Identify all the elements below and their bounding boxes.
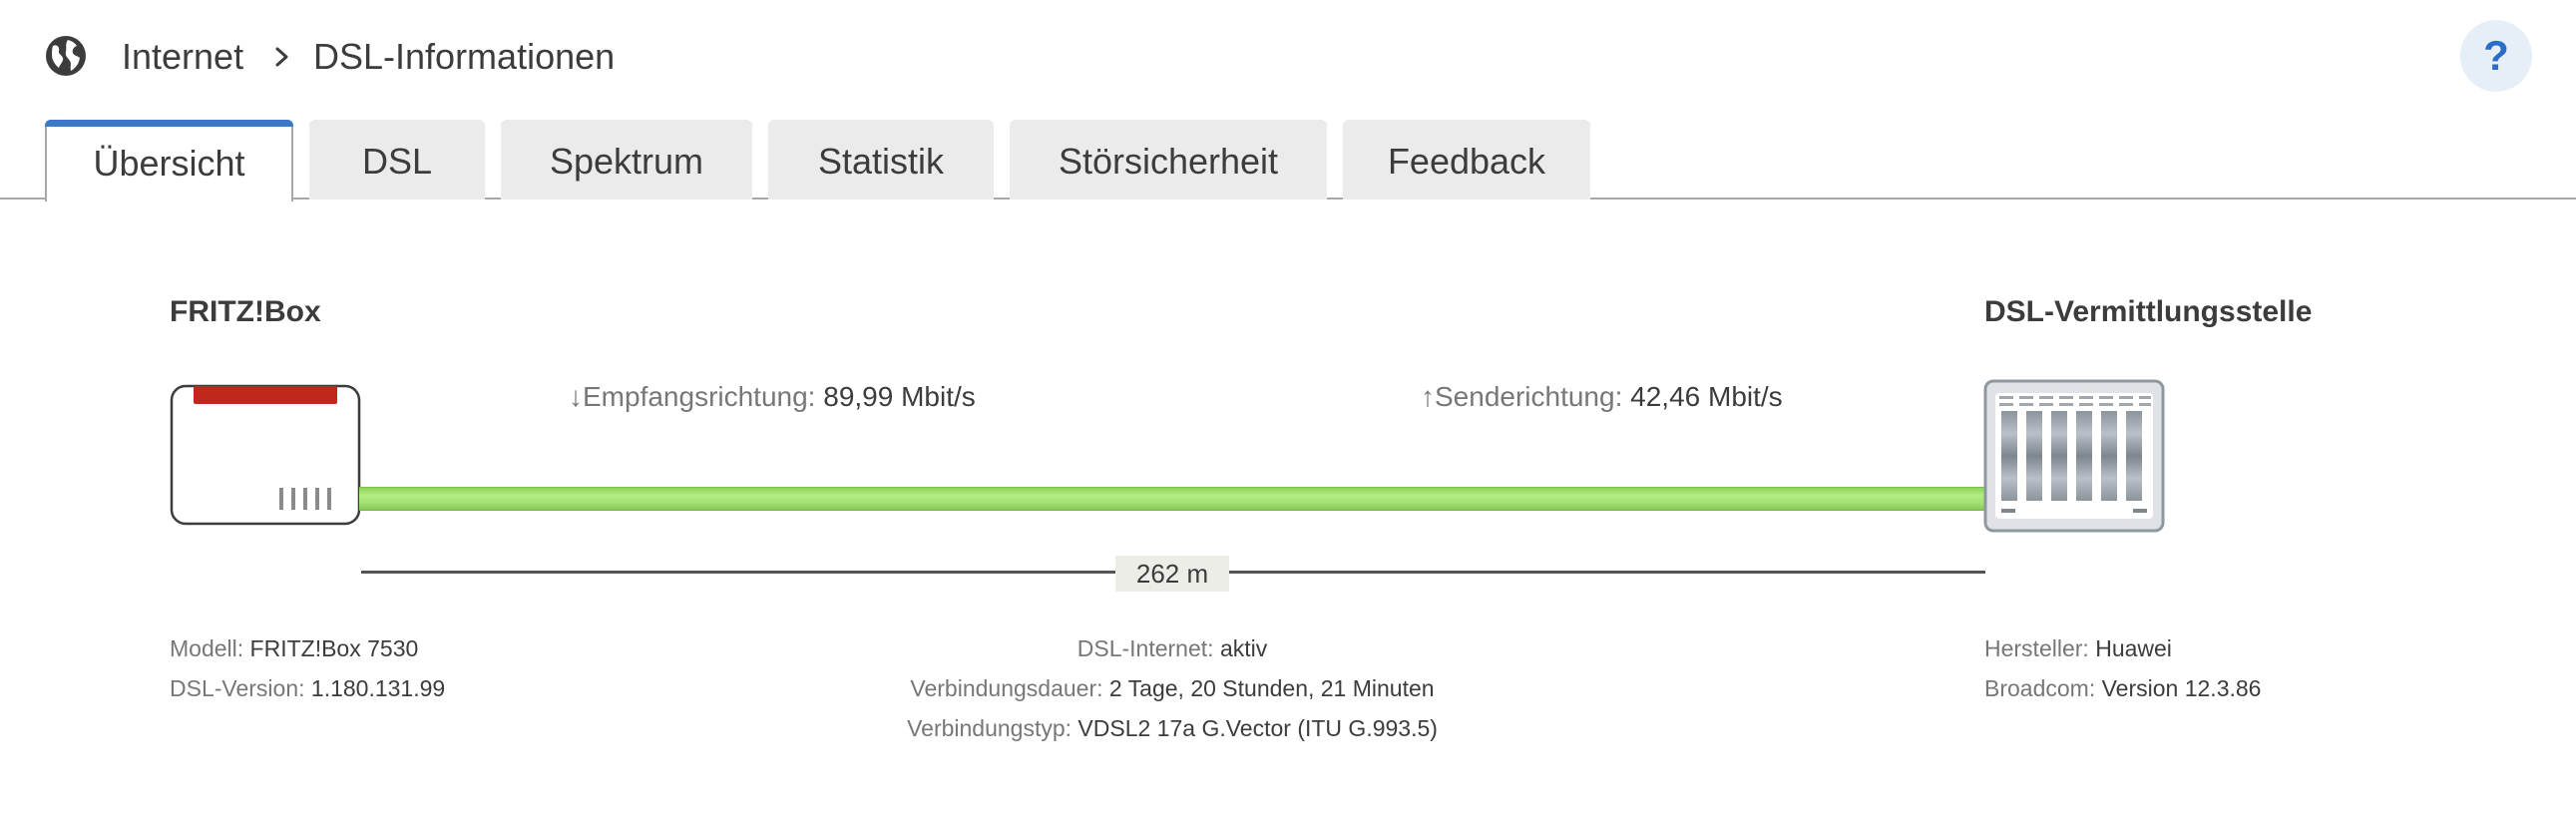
info-value: FRITZ!Box 7530: [249, 635, 419, 661]
info-model: Modell: FRITZ!Box 7530: [170, 628, 418, 668]
help-icon: ?: [2483, 32, 2509, 79]
info-label: DSL-Internet:: [1076, 635, 1214, 661]
tab-stoersicherheit[interactable]: Störsicherheit: [1010, 120, 1327, 200]
upstream-rate: ↑Senderichtung: 42,46 Mbit/s: [1421, 377, 1783, 417]
info-dsl-version: DSL-Version: 1.180.131.99: [170, 668, 445, 708]
tab-feedback[interactable]: Feedback: [1343, 120, 1590, 200]
info-dsl-internet: DSL-Internet: aktiv: [873, 628, 1472, 668]
info-value: 1.180.131.99: [310, 675, 446, 701]
fritzbox-title: FRITZ!Box: [170, 295, 321, 328]
help-button[interactable]: ?: [2460, 20, 2532, 92]
page-title: DSL-Informationen: [313, 36, 616, 77]
chevron-right-icon: [275, 47, 288, 67]
globe-icon: [46, 36, 86, 76]
exchange-title: DSL-Vermittlungsstelle: [1984, 295, 2313, 328]
tab-spektrum[interactable]: Spektrum: [501, 120, 752, 200]
router-icon: [170, 384, 361, 526]
breadcrumb-internet[interactable]: Internet: [122, 33, 243, 81]
info-label: Verbindungstyp:: [907, 715, 1073, 741]
tab-uebersicht[interactable]: Übersicht: [45, 120, 293, 202]
tab-dsl[interactable]: DSL: [309, 120, 485, 200]
distance-value: 262 m: [1115, 556, 1229, 592]
tab-statistik[interactable]: Statistik: [768, 120, 994, 200]
downstream-rate: ↓Empfangsrichtung: 89,99 Mbit/s: [569, 377, 976, 417]
exchange-rack-icon: [1983, 379, 2165, 533]
info-broadcom: Broadcom: Version 12.3.86: [1984, 668, 2261, 708]
downstream-label: Empfangsrichtung:: [583, 381, 816, 412]
page-header: Internet DSL-Informationen ?: [0, 0, 2576, 115]
info-label: Verbindungsdauer:: [910, 675, 1103, 701]
down-arrow-icon: ↓: [569, 381, 583, 412]
info-label: Modell:: [170, 635, 244, 661]
info-label: DSL-Version:: [170, 675, 305, 701]
info-value: 2 Tage, 20 Stunden, 21 Minuten: [1108, 675, 1435, 701]
downstream-value: 89,99 Mbit/s: [823, 381, 976, 412]
upstream-value: 42,46 Mbit/s: [1630, 381, 1783, 412]
connection-line: [359, 487, 1987, 511]
up-arrow-icon: ↑: [1421, 381, 1435, 412]
info-value: Huawei: [2095, 635, 2172, 661]
upstream-label: Senderichtung:: [1435, 381, 1623, 412]
info-value: Version 12.3.86: [2101, 675, 2262, 701]
info-connection-duration: Verbindungsdauer: 2 Tage, 20 Stunden, 21…: [873, 668, 1472, 708]
info-label: Hersteller:: [1984, 635, 2089, 661]
info-manufacturer: Hersteller: Huawei: [1984, 628, 2172, 668]
info-value: aktiv: [1219, 635, 1268, 661]
info-connection-type: Verbindungstyp: VDSL2 17a G.Vector (ITU …: [873, 708, 1472, 748]
info-value: VDSL2 17a G.Vector (ITU G.993.5): [1077, 715, 1438, 741]
info-label: Broadcom:: [1984, 675, 2096, 701]
